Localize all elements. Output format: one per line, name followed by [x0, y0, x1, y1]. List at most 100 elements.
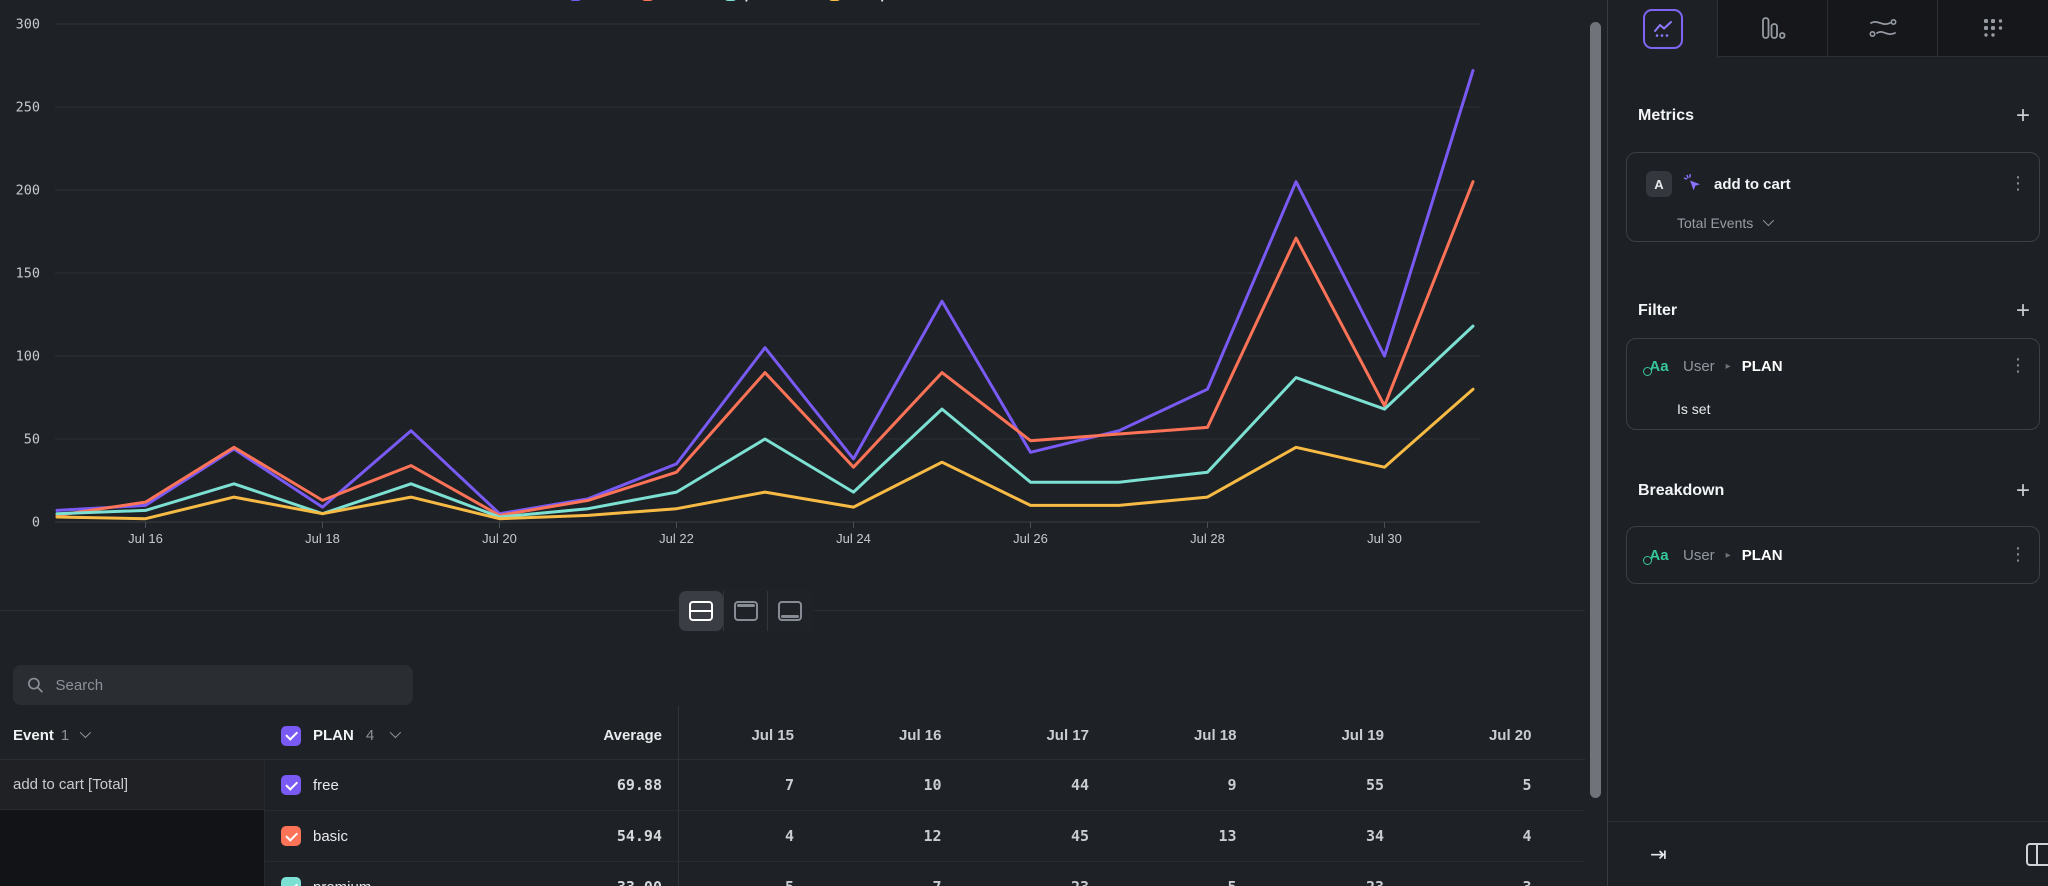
plan-header-label: PLAN	[313, 727, 354, 744]
svg-text:Jul 18: Jul 18	[305, 531, 340, 546]
aggregation-label: Total Events	[1677, 215, 1753, 231]
breakdown-scope: User	[1683, 547, 1715, 564]
layout-split-button[interactable]	[679, 591, 723, 631]
breakdown-property: PLAN	[1742, 547, 1998, 564]
chart-panel: freebasicpremiumenterprise 0501001502002…	[0, 0, 1585, 886]
series-checkbox[interactable]	[281, 775, 301, 795]
series-name: basic	[313, 828, 348, 845]
cell-value: 5	[1101, 878, 1249, 886]
plan-select-all-checkbox[interactable]	[281, 726, 301, 746]
tab-apps[interactable]	[1938, 0, 2048, 56]
cell-value: 23	[1249, 878, 1397, 886]
filter-scope: User	[1683, 358, 1715, 375]
date-column-header[interactable]: Jul 17	[954, 727, 1102, 744]
cell-value: 7	[678, 776, 806, 794]
average-value: 54.94	[520, 827, 678, 845]
svg-text:Jul 24: Jul 24	[836, 531, 871, 546]
cell-value: 4	[1396, 827, 1544, 845]
flows-icon	[1869, 16, 1897, 40]
date-column-header[interactable]: Jul 19	[1249, 727, 1397, 744]
average-column-header[interactable]: Average	[520, 727, 678, 744]
arrow-right-icon: ▸	[1726, 361, 1731, 372]
aggregation-dropdown[interactable]: Total Events	[1677, 215, 1771, 231]
add-filter-button[interactable]: +	[2016, 299, 2030, 323]
date-column-header[interactable]: Jul 15	[678, 727, 806, 744]
svg-text:100: 100	[16, 349, 40, 365]
sidebar-tabs	[1608, 0, 2048, 57]
bar-chart-icon	[1760, 15, 1786, 41]
add-metric-button[interactable]: +	[2016, 104, 2030, 128]
date-column-header[interactable]: Jul 16	[806, 727, 954, 744]
cell-value: 44	[954, 776, 1102, 794]
table-row: free69.88710449555	[265, 760, 1585, 811]
breakdown-section-header: Breakdown +	[1608, 479, 2048, 503]
cell-value: 5	[678, 878, 806, 886]
search-box[interactable]	[13, 665, 413, 705]
date-headers: Jul 15Jul 16Jul 17Jul 18Jul 19Jul 20	[678, 727, 1544, 744]
event-column-header[interactable]: Event 1	[0, 727, 265, 744]
date-column-header[interactable]: Jul 18	[1101, 727, 1249, 744]
search-input[interactable]	[54, 676, 399, 695]
metric-menu-button[interactable]: ⋮	[2009, 175, 2027, 193]
series-name: premium	[313, 879, 371, 886]
add-breakdown-button[interactable]: +	[2016, 479, 2030, 503]
cell-value: 7	[806, 878, 954, 886]
svg-text:300: 300	[16, 17, 40, 33]
breakdown-card[interactable]: Aa User ▸ PLAN ⋮	[1626, 526, 2040, 584]
tab-flows[interactable]	[1828, 0, 1938, 56]
svg-text:Jul 20: Jul 20	[482, 531, 517, 546]
svg-text:Jul 16: Jul 16	[128, 531, 163, 546]
event-total-cell[interactable]: add to cart [Total]	[0, 760, 264, 810]
cell-value: 23	[954, 878, 1102, 886]
layout-split-icon	[689, 601, 713, 621]
vertical-scrollbar[interactable]	[1590, 22, 1601, 798]
apps-grid-icon	[1981, 16, 2005, 40]
table-body: free69.88710449555basic54.944124513344pr…	[265, 760, 1585, 886]
cell-value: 45	[954, 827, 1102, 845]
event-column: add to cart [Total]	[0, 760, 265, 886]
filter-operator[interactable]: Is set	[1677, 401, 1710, 417]
cell-value: 12	[806, 827, 954, 845]
metrics-section-header: Metrics +	[1608, 104, 2048, 128]
svg-text:50: 50	[24, 432, 40, 448]
filter-section-header: Filter +	[1608, 299, 2048, 323]
insights-report: freebasicpremiumenterprise 0501001502002…	[0, 0, 2048, 886]
chevron-down-icon	[80, 727, 91, 738]
svg-text:200: 200	[16, 183, 40, 199]
event-header-label: Event	[13, 727, 54, 744]
search-icon	[27, 676, 44, 694]
svg-text:Jul 22: Jul 22	[659, 531, 694, 546]
chevron-down-icon	[390, 727, 401, 738]
table-row: premium33.0057235233	[265, 862, 1585, 886]
filter-menu-button[interactable]: ⋮	[2009, 357, 2027, 375]
layout-table-only-button[interactable]	[767, 591, 811, 631]
metric-event-name: add to cart	[1714, 176, 1998, 193]
svg-text:150: 150	[16, 266, 40, 282]
tab-line-chart[interactable]	[1608, 0, 1718, 58]
svg-text:Jul 28: Jul 28	[1190, 531, 1225, 546]
filter-property: PLAN	[1742, 358, 1998, 375]
svg-text:0: 0	[32, 515, 40, 531]
columns-layout-icon[interactable]	[2026, 843, 2048, 866]
svg-text:Jul 26: Jul 26	[1013, 531, 1048, 546]
breakdown-title: Breakdown	[1638, 482, 1724, 500]
svg-text:250: 250	[16, 100, 40, 116]
plan-column-header[interactable]: PLAN 4	[265, 726, 520, 746]
layout-chart-only-icon	[734, 601, 758, 621]
metric-card[interactable]: A add to cart ⋮ Total Events	[1626, 152, 2040, 242]
date-column-header[interactable]: Jul 20	[1396, 727, 1544, 744]
event-count: 1	[61, 727, 69, 744]
layout-chart-only-button[interactable]	[723, 591, 767, 631]
series-checkbox[interactable]	[281, 826, 301, 846]
tab-bar-chart[interactable]	[1718, 0, 1828, 56]
metric-letter-badge: A	[1646, 171, 1672, 197]
metrics-title: Metrics	[1638, 107, 1694, 125]
collapse-panel-button[interactable]: ⇥	[1650, 842, 1667, 866]
breakdown-menu-button[interactable]: ⋮	[2009, 546, 2027, 564]
average-column-divider	[678, 706, 679, 886]
series-checkbox[interactable]	[281, 877, 301, 886]
filter-card[interactable]: Aa User ▸ PLAN ⋮ Is set	[1626, 338, 2040, 430]
line-chart: 0 50 100 150 200 250 300 Jul 16 Jul 18 Jul 20 Jul …	[0, 0, 1585, 560]
cell-value: 3	[1396, 878, 1544, 886]
sidebar-footer: ⇥	[1608, 821, 2048, 886]
